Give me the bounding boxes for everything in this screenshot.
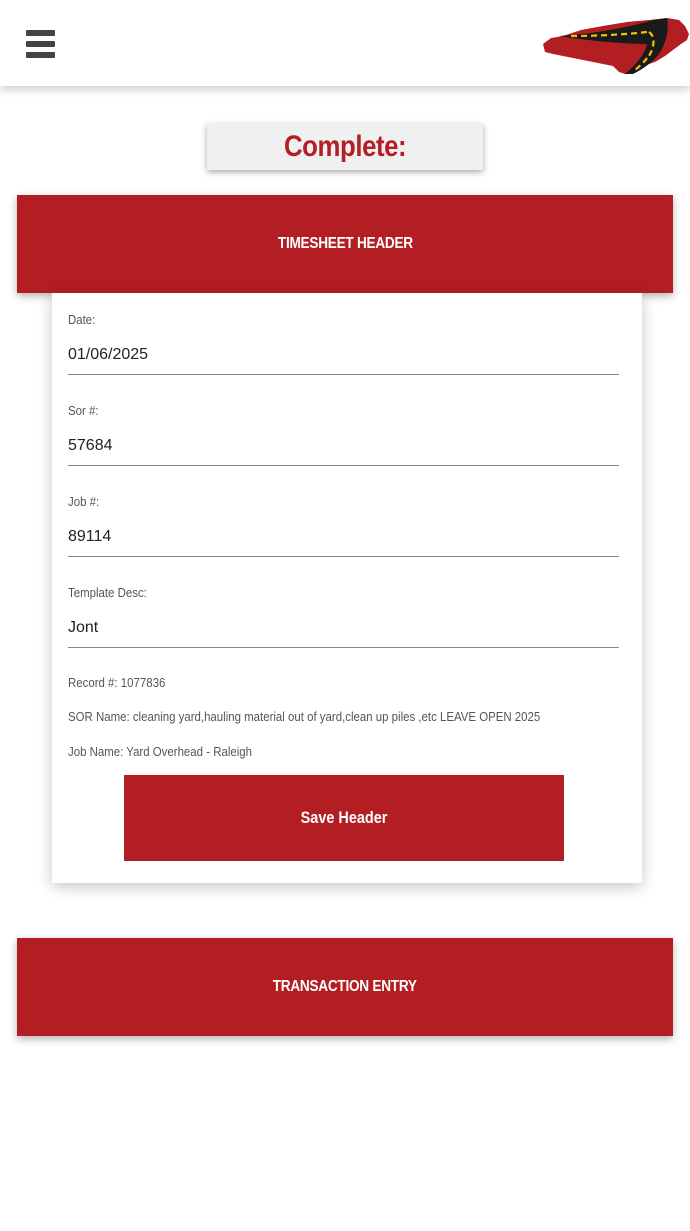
hamburger-menu-icon[interactable] [26,30,56,58]
sor-input[interactable] [68,426,619,466]
job-label: Job #: [68,494,100,509]
transaction-entry-toggle[interactable]: TRANSACTION ENTRY [17,938,673,1036]
transaction-entry-label: TRANSACTION ENTRY [272,978,417,995]
job-field-group: Job #: [68,493,619,557]
date-label: Date: [68,312,96,327]
sor-field-group: Sor #: [68,402,619,466]
save-header-label: Save Header [300,808,388,827]
timesheet-header-label: TIMESHEET HEADER [277,235,413,252]
top-navbar [0,0,690,86]
save-header-button[interactable]: Save Header [124,775,564,861]
sor-label: Sor #: [68,403,99,418]
date-field-group: Date: [68,311,619,375]
nc-road-map-logo[interactable] [541,14,690,76]
date-input[interactable] [68,335,619,375]
record-number: Record #: 1077836 [68,675,166,690]
template-input[interactable] [68,608,619,648]
status-title-box: Complete: [207,124,483,170]
timesheet-header-toggle[interactable]: TIMESHEET HEADER [17,195,673,293]
template-label: Template Desc: [68,585,147,600]
sor-name: SOR Name: cleaning yard,hauling material… [68,709,541,724]
job-name: Job Name: Yard Overhead - Raleigh [68,744,252,759]
template-field-group: Template Desc: [68,584,619,648]
status-title: Complete: [283,130,407,163]
timesheet-header-card: Date: Sor #: Job #: Template Desc: Recor… [52,293,642,883]
job-input[interactable] [68,517,619,557]
